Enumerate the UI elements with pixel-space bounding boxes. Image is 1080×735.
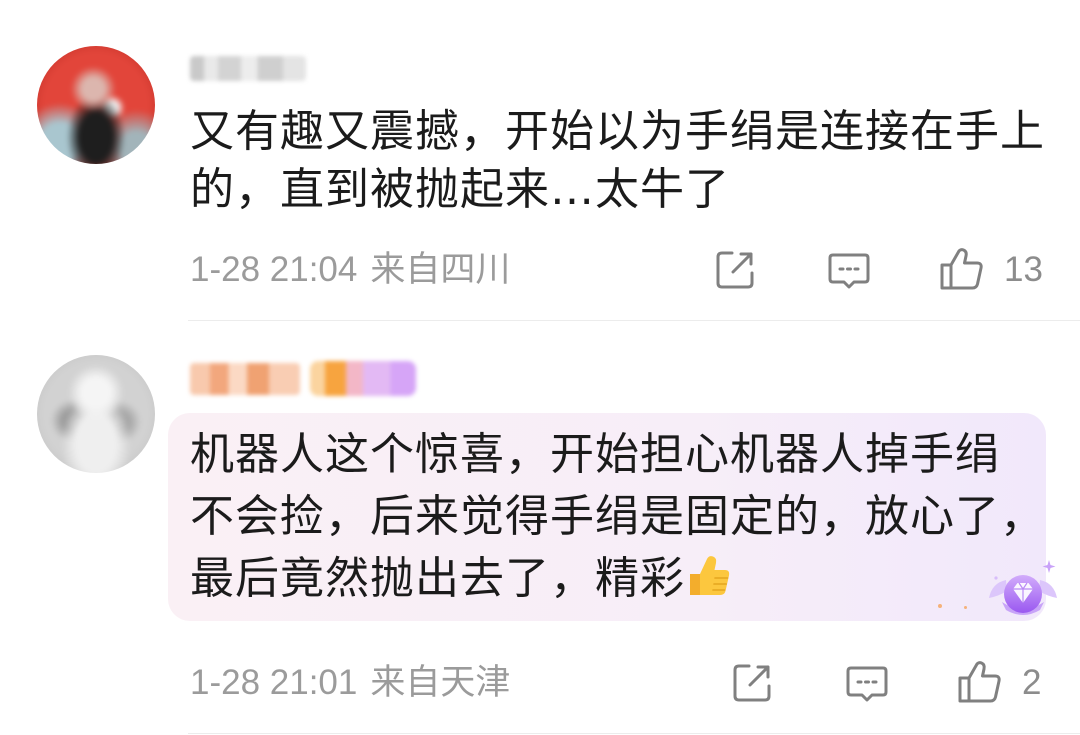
comment-text-line: 不会捡，后来觉得手绢是固定的，放心了， xyxy=(190,491,1045,542)
like-count: 2 xyxy=(1022,663,1042,702)
comment-icon xyxy=(846,666,888,702)
comment-meta: 1-28 21:01 来自天津 xyxy=(190,660,510,706)
username-blurred[interactable] xyxy=(190,56,306,81)
comment-text-line: 又有趣又震撼，开始以为手绢是连接在手上 xyxy=(190,106,1045,157)
username-blurred[interactable] xyxy=(190,363,300,395)
comment-text-line: 机器人这个惊喜，开始担心机器人掉手绢 xyxy=(190,429,1000,480)
comment-button[interactable] xyxy=(827,248,871,292)
thumbs-up-icon xyxy=(940,248,983,290)
comment-meta: 1-28 21:04 来自四川 xyxy=(190,247,510,293)
comment-text[interactable]: 机器人这个惊喜，开始担心机器人掉手绢 不会捡，后来觉得手绢是固定的，放心了， 最… xyxy=(190,424,1045,610)
comment-time: 1-28 21:01 xyxy=(190,663,358,702)
user-badge-blurred xyxy=(310,361,416,396)
comment-button[interactable] xyxy=(845,661,889,705)
thumbs-up-emoji-icon xyxy=(685,552,733,600)
comment-time: 1-28 21:04 xyxy=(190,250,358,289)
share-button[interactable] xyxy=(730,661,774,705)
comment-location: 来自天津 xyxy=(370,663,511,702)
like-count: 13 xyxy=(1004,250,1043,289)
divider xyxy=(188,733,1080,734)
avatar[interactable] xyxy=(37,46,155,164)
purple-gem-badge-icon xyxy=(986,558,1060,624)
like-button[interactable] xyxy=(938,246,986,292)
comment-icon xyxy=(828,253,870,289)
thumbs-up-icon xyxy=(958,661,1001,703)
comment-text-segment: 最后竟然抛出去了，精彩 xyxy=(190,553,685,604)
share-icon xyxy=(716,251,754,289)
comment-text-line: 最后竟然抛出去了，精彩 xyxy=(190,548,1045,610)
like-button[interactable] xyxy=(956,659,1004,705)
comment-location: 来自四川 xyxy=(370,250,511,289)
avatar[interactable] xyxy=(37,355,155,473)
share-icon xyxy=(733,664,771,702)
share-button[interactable] xyxy=(713,248,757,292)
comment-text-line: 的，直到被抛起来…太牛了 xyxy=(190,164,730,215)
divider xyxy=(188,320,1080,321)
comment-text[interactable]: 又有趣又震撼，开始以为手绢是连接在手上 的，直到被抛起来…太牛了 xyxy=(190,103,1045,219)
